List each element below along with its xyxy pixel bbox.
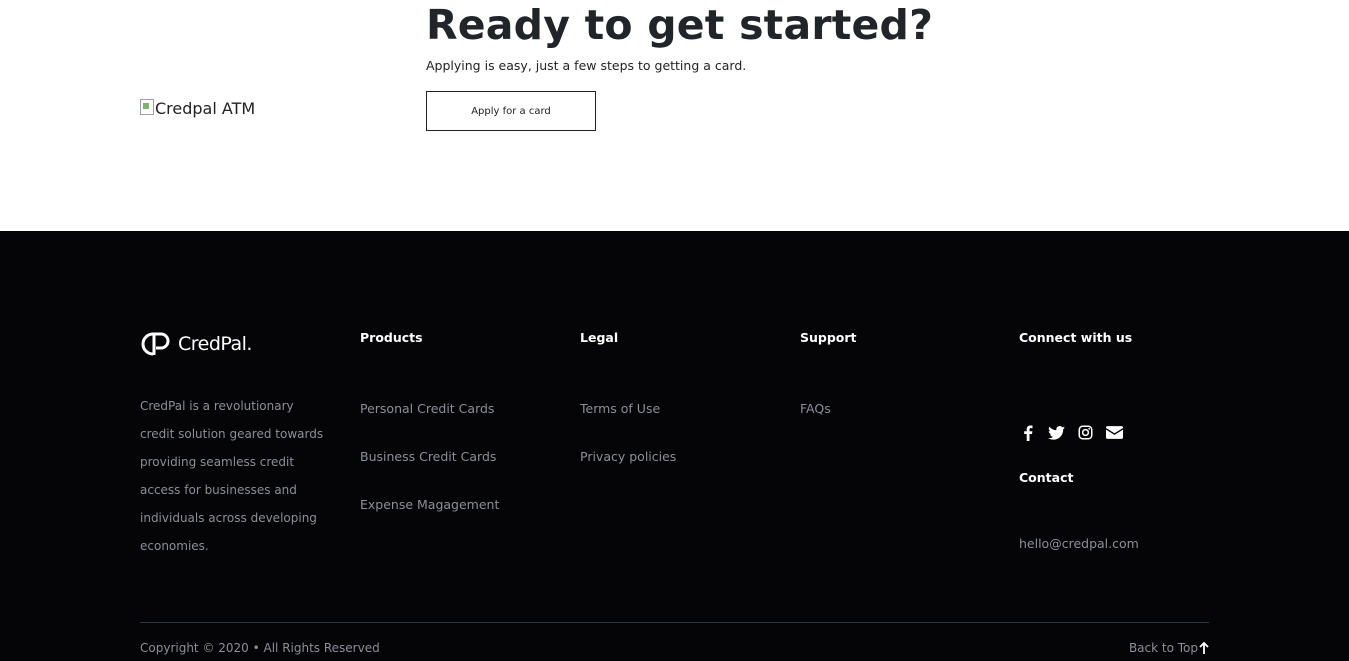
- support-heading: Support: [800, 330, 857, 345]
- cta-subtitle: Applying is easy, just a few steps to ge…: [426, 58, 747, 73]
- legal-heading: Legal: [580, 330, 619, 345]
- broken-image-icon: [140, 98, 154, 115]
- facebook-icon[interactable]: [1019, 424, 1036, 441]
- back-to-top-link[interactable]: Back to Top: [1129, 641, 1209, 655]
- atm-image: Credpal ATM: [140, 98, 256, 118]
- envelope-icon[interactable]: [1106, 424, 1123, 441]
- footer-description: CredPal is a revolutionary credit soluti…: [140, 399, 324, 553]
- social-links: [1019, 424, 1123, 441]
- copyright-text: Copyright © 2020 • All Rights Reserved: [140, 641, 380, 655]
- contact-email-link[interactable]: hello@credpal.com: [1019, 536, 1139, 551]
- back-to-top-label: Back to Top: [1128, 641, 1198, 655]
- footer-column-products: Products Personal Credit Cards Business …: [360, 330, 499, 545]
- link-personal-credit-cards[interactable]: Personal Credit Cards: [360, 401, 499, 417]
- connect-heading: Connect with us: [1019, 330, 1133, 345]
- footer-column-connect: Connect with us: [1019, 330, 1132, 346]
- twitter-icon[interactable]: [1048, 424, 1065, 441]
- link-business-credit-cards[interactable]: Business Credit Cards: [360, 449, 499, 465]
- footer-column-support: Support FAQs: [800, 330, 857, 449]
- footer-column-legal: Legal Terms of Use Privacy policies: [580, 330, 676, 497]
- products-heading: Products: [360, 330, 423, 345]
- credpal-logo-icon: [141, 332, 170, 356]
- cta-title: Ready to get started?: [426, 1, 934, 49]
- instagram-icon[interactable]: [1077, 424, 1094, 441]
- footer-divider: [140, 622, 1209, 623]
- site-footer: CredPal. CredPal is a revolutionary cred…: [0, 231, 1349, 661]
- contact-heading: Contact: [1019, 470, 1074, 485]
- apply-for-card-button[interactable]: Apply for a card: [426, 91, 596, 131]
- cta-section: Credpal ATM Ready to get started? Applyi…: [0, 0, 1349, 231]
- link-faqs[interactable]: FAQs: [800, 401, 857, 417]
- link-terms-of-use[interactable]: Terms of Use: [580, 401, 676, 417]
- logo-text: CredPal.: [178, 333, 252, 355]
- atm-image-alt-text: Credpal ATM: [155, 99, 256, 118]
- link-expense-management[interactable]: Expense Magagement: [360, 497, 499, 513]
- credpal-logo[interactable]: CredPal.: [140, 331, 252, 357]
- link-privacy-policies[interactable]: Privacy policies: [580, 449, 676, 465]
- arrow-up-icon: [1199, 642, 1209, 654]
